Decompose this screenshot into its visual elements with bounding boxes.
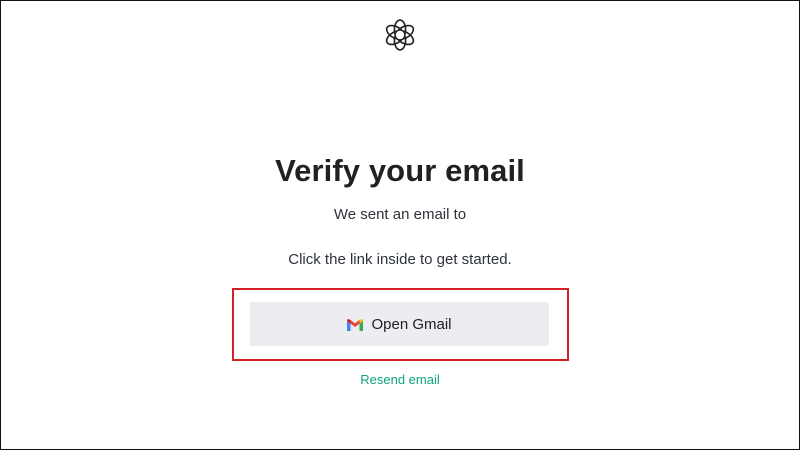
instruction-text: Click the link inside to get started. — [288, 251, 512, 268]
open-gmail-label: Open Gmail — [371, 315, 452, 333]
page-title: Verify your email — [275, 153, 525, 188]
resend-email-link[interactable]: Resend email — [0, 372, 800, 387]
gmail-icon — [347, 318, 364, 331]
sent-email-text: We sent an email to — [333, 206, 467, 223]
openai-logo-icon — [384, 19, 416, 51]
open-gmail-button[interactable]: Open Gmail — [250, 302, 549, 346]
